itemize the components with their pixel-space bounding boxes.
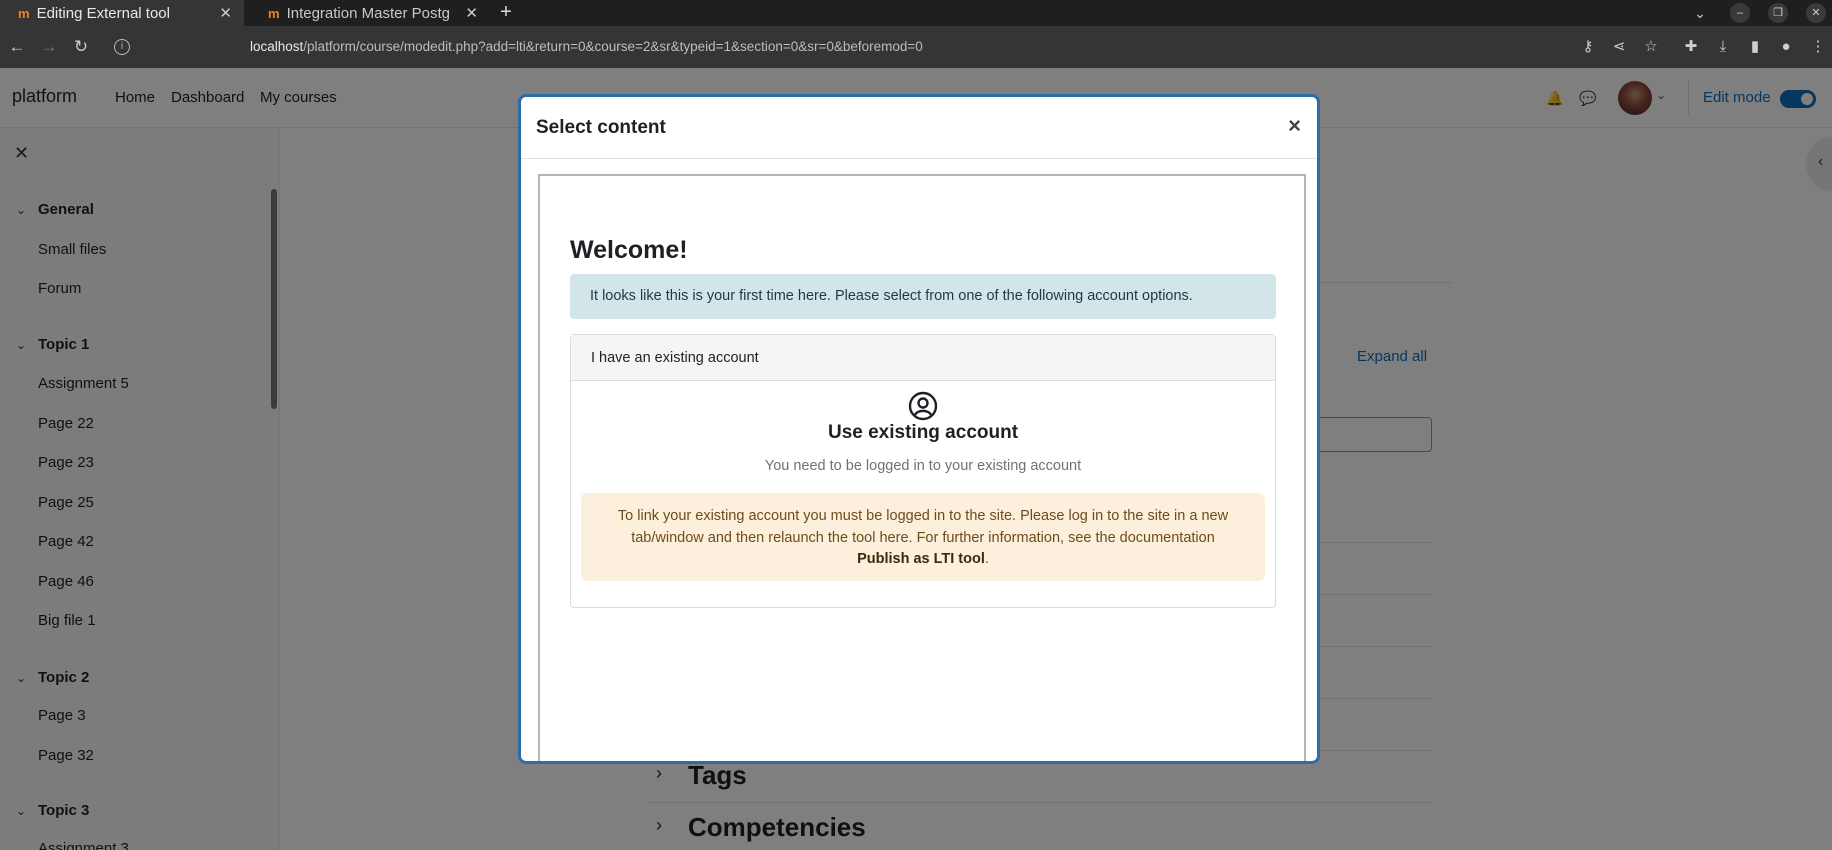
close-icon[interactable]: × xyxy=(1288,113,1301,139)
back-icon[interactable]: ← xyxy=(5,35,29,59)
info-alert: It looks like this is your first time he… xyxy=(570,274,1276,319)
modal-header: Select content × xyxy=(521,97,1317,159)
tab-title: Integration Master Postg xyxy=(286,4,450,22)
publish-lti-tool-link[interactable]: Publish as LTI tool xyxy=(857,551,985,567)
warning-alert: To link your existing account you must b… xyxy=(581,493,1265,581)
address-bar[interactable]: localhost/platform/course/modedit.php?ad… xyxy=(112,30,1592,64)
user-circle-icon xyxy=(908,391,938,421)
download-icon[interactable]: ⤓ xyxy=(1711,35,1735,59)
welcome-heading: Welcome! xyxy=(570,236,688,264)
tab-editing-external-tool[interactable]: m Editing External tool ✕ xyxy=(0,0,244,26)
side-panel-icon[interactable]: ▮ xyxy=(1743,35,1767,59)
reload-icon[interactable]: ↻ xyxy=(69,35,93,59)
window-close-icon[interactable]: ✕ xyxy=(1806,3,1826,23)
new-tab-icon[interactable]: + xyxy=(494,0,518,26)
close-tab-icon[interactable]: ✕ xyxy=(465,4,478,22)
url-host: localhost xyxy=(250,39,304,54)
existing-account-card: I have an existing account Use existing … xyxy=(570,334,1276,608)
tool-content-frame: Welcome! It looks like this is your firs… xyxy=(538,174,1306,761)
select-content-modal: Select content × Welcome! It looks like … xyxy=(518,94,1320,764)
minimize-icon[interactable]: – xyxy=(1730,3,1750,23)
browser-menu-icon[interactable]: ⋮ xyxy=(1806,35,1830,59)
moodle-favicon-icon: m xyxy=(268,5,280,21)
browser-toolbar: ← → ↻ i localhost/platform/course/modedi… xyxy=(0,26,1832,68)
share-icon[interactable]: ⋖ xyxy=(1607,35,1631,59)
warning-end: . xyxy=(984,551,989,567)
profile-icon[interactable]: ● xyxy=(1774,35,1798,59)
modal-title: Select content xyxy=(536,117,666,138)
card-title: Use existing account xyxy=(827,422,1019,443)
tab-search-chevron-icon[interactable]: ⌄ xyxy=(1688,0,1712,26)
url-path: /platform/course/modedit.php?add=lti&ret… xyxy=(303,39,923,54)
tab-title: Editing External tool xyxy=(36,4,170,22)
key-icon[interactable]: ⚷ xyxy=(1576,35,1600,59)
tab-integration-master[interactable]: m Integration Master Postg ✕ xyxy=(250,0,490,26)
card-subtitle: You need to be logged in to your existin… xyxy=(764,458,1082,474)
warning-text: To link your existing account you must b… xyxy=(617,508,1229,546)
moodle-favicon-icon: m xyxy=(18,5,30,21)
bookmark-star-icon[interactable]: ☆ xyxy=(1639,35,1663,59)
close-tab-icon[interactable]: ✕ xyxy=(219,4,232,22)
card-header: I have an existing account xyxy=(571,335,1275,381)
extensions-icon[interactable]: ✚ xyxy=(1679,35,1703,59)
restore-icon[interactable]: ❐ xyxy=(1768,3,1788,23)
forward-icon[interactable]: → xyxy=(37,35,61,59)
browser-tab-bar: m Editing External tool ✕ m Integration … xyxy=(0,0,1832,26)
